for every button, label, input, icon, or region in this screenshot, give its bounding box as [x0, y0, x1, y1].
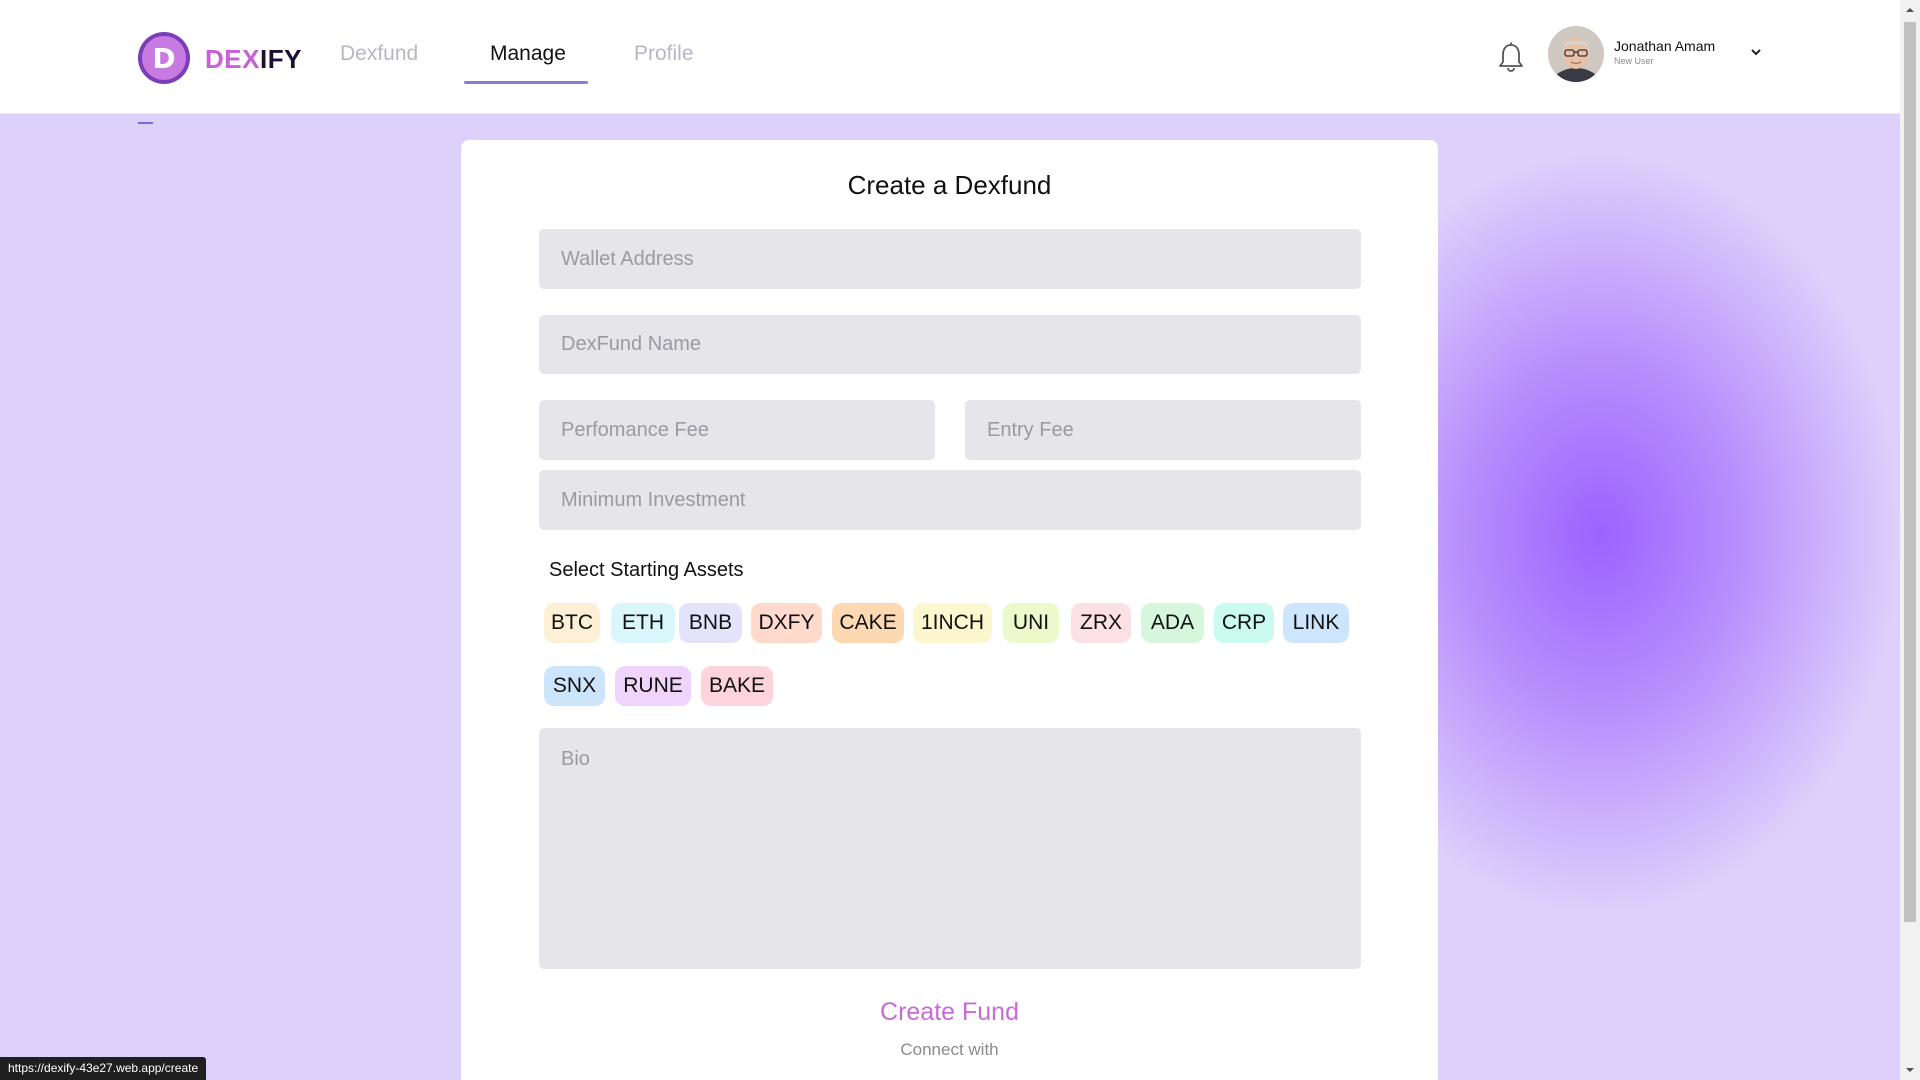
- asset-chip-snx[interactable]: SNX: [544, 666, 605, 706]
- top-navbar: D DEXIFY Dexfund Manage Profile Jonathan…: [0, 0, 1900, 114]
- user-role: New User: [1614, 56, 1654, 66]
- brand-name[interactable]: DEXIFY: [205, 44, 302, 75]
- asset-chip-link[interactable]: LINK: [1283, 603, 1349, 643]
- chevron-down-icon[interactable]: [1749, 47, 1763, 57]
- connect-with-label: Connect with: [900, 1040, 999, 1059]
- scroll-up-arrow-icon[interactable]: [1905, 5, 1915, 15]
- asset-chip-ada[interactable]: ADA: [1141, 603, 1204, 643]
- performance-fee-input[interactable]: [539, 400, 935, 460]
- asset-chip-zrx[interactable]: ZRX: [1071, 603, 1131, 643]
- asset-chip-bake[interactable]: BAKE: [701, 666, 773, 706]
- svg-text:D: D: [152, 42, 175, 75]
- nav-profile[interactable]: Profile: [634, 42, 694, 84]
- asset-chip-uni[interactable]: UNI: [1003, 603, 1059, 643]
- scrollbar-thumb[interactable]: [1904, 22, 1916, 922]
- asset-chip-bnb[interactable]: BNB: [679, 603, 742, 643]
- entry-fee-input[interactable]: [965, 400, 1361, 460]
- brand-prefix: DEX: [205, 44, 260, 74]
- asset-chip-btc[interactable]: BTC: [544, 603, 600, 643]
- asset-chip-rune[interactable]: RUNE: [615, 666, 691, 706]
- active-tab-indicator: [464, 81, 588, 84]
- asset-chip-dxfy[interactable]: DXFY: [751, 603, 822, 643]
- minimum-investment-input[interactable]: [539, 470, 1361, 530]
- user-portrait-icon: [1548, 26, 1604, 82]
- asset-chip-1inch[interactable]: 1INCH: [913, 603, 992, 643]
- create-dexfund-card: Create a Dexfund Select Starting Assets …: [461, 140, 1438, 1080]
- select-assets-label: Select Starting Assets: [549, 559, 744, 581]
- user-name[interactable]: Jonathan Amam: [1614, 38, 1715, 54]
- wallet-address-input[interactable]: [539, 229, 1361, 289]
- scroll-down-arrow-icon[interactable]: [1905, 1065, 1915, 1075]
- dexfund-name-input[interactable]: [539, 315, 1361, 374]
- nav-dexfund[interactable]: Dexfund: [340, 42, 418, 84]
- asset-chip-cake[interactable]: CAKE: [832, 603, 904, 643]
- asset-chip-crp[interactable]: CRP: [1214, 603, 1274, 643]
- status-bar-url: https://dexify-43e27.web.app/create: [0, 1057, 207, 1080]
- asset-chip-eth[interactable]: ETH: [611, 603, 675, 643]
- notification-bell-icon[interactable]: [1496, 41, 1526, 73]
- decorative-dash: [138, 122, 153, 124]
- create-fund-button[interactable]: Create Fund: [461, 998, 1438, 1027]
- page-title: Create a Dexfund: [847, 170, 1052, 200]
- brand-suffix: IFY: [259, 44, 302, 74]
- user-avatar[interactable]: [1548, 26, 1604, 82]
- dexify-logo-icon[interactable]: D: [137, 31, 191, 85]
- nav-manage[interactable]: Manage: [490, 42, 566, 84]
- bio-textarea[interactable]: [539, 728, 1361, 969]
